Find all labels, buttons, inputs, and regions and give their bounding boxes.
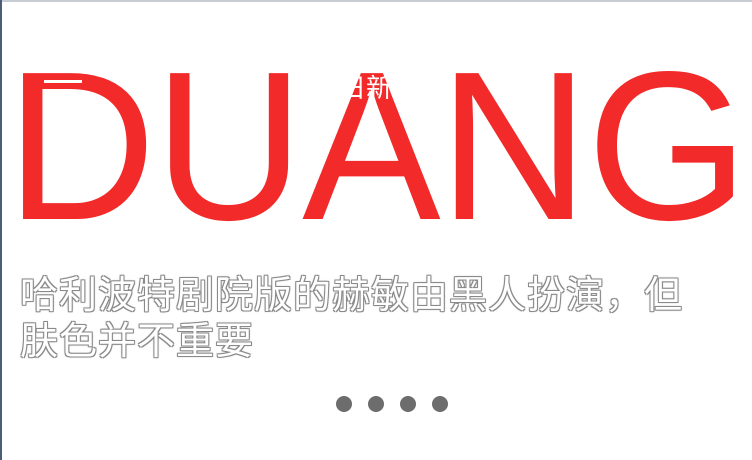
header-title: 日新: [340, 74, 393, 104]
carousel-dot-1[interactable]: [336, 396, 352, 412]
carousel-indicator: [336, 396, 448, 414]
article-caption[interactable]: 哈利波特剧院版的赫敏由黑人扮演，但肤色并不重要: [20, 272, 720, 364]
app-screen: DUANG 日新 哈利波特剧院版的赫敏由黑人扮演，但肤色并不重要: [0, 0, 752, 460]
carousel-dot-2[interactable]: [368, 396, 384, 412]
carousel-dot-3[interactable]: [400, 396, 416, 412]
banner-image[interactable]: DUANG: [2, 2, 752, 252]
menu-bar: [44, 80, 82, 83]
carousel-dot-4[interactable]: [432, 396, 448, 412]
menu-icon[interactable]: [44, 72, 82, 98]
